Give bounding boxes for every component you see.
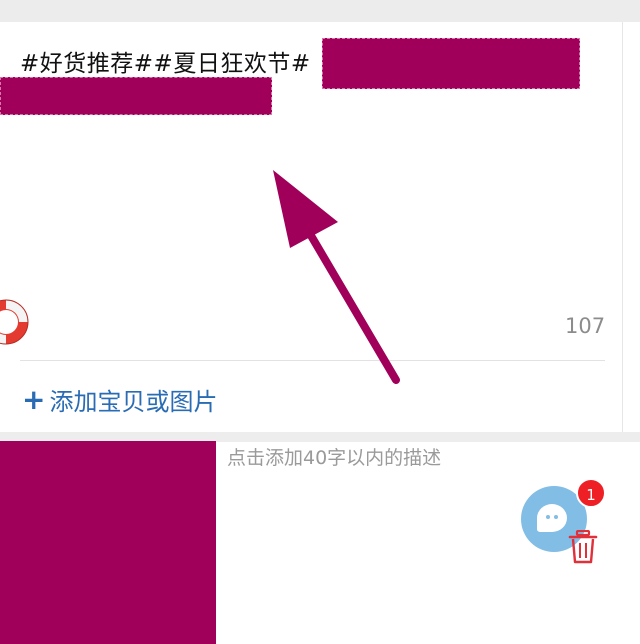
- character-count: 107: [565, 314, 606, 338]
- redacted-region: [322, 38, 580, 89]
- add-item-or-image-button[interactable]: + 添加宝贝或图片: [22, 382, 217, 417]
- description-input[interactable]: 点击添加40字以内的描述: [227, 443, 441, 470]
- divider: [20, 360, 605, 361]
- trash-icon[interactable]: [568, 529, 598, 568]
- add-item-or-image-label: 添加宝贝或图片: [49, 388, 218, 416]
- redacted-region: [0, 441, 216, 644]
- notification-badge: 1: [576, 478, 606, 508]
- redacted-region: [0, 77, 272, 115]
- chat-dot: [546, 515, 550, 519]
- chat-dot: [554, 515, 558, 519]
- lifebuoy-icon[interactable]: [0, 294, 34, 354]
- plus-icon: +: [22, 382, 46, 416]
- post-text[interactable]: #好货推荐##夏日狂欢节#: [20, 44, 311, 78]
- top-strip: [0, 0, 640, 22]
- chat-bubble: [537, 504, 567, 532]
